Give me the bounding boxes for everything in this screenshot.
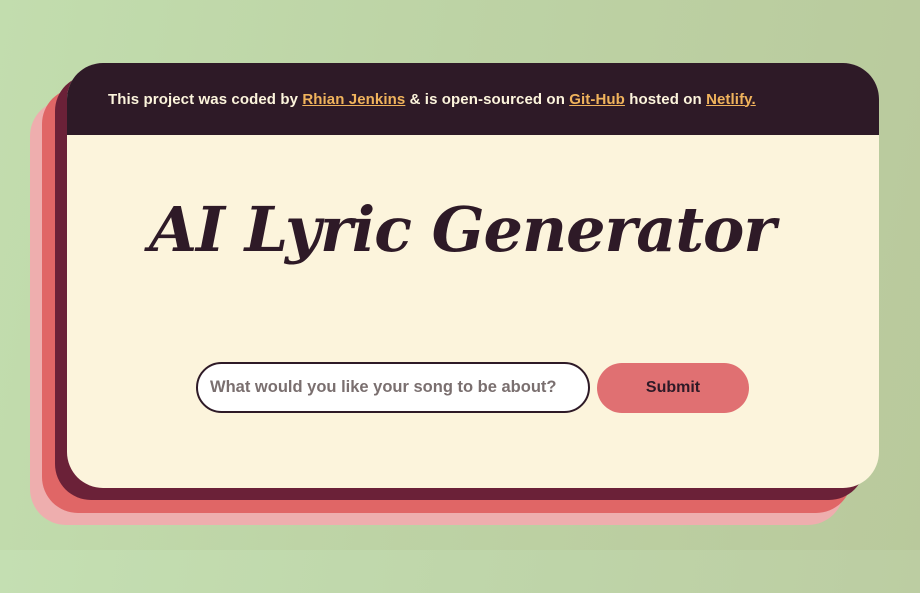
page-footer-band <box>0 550 920 593</box>
author-link[interactable]: Rhian Jenkins <box>302 91 405 108</box>
credits-text-prefix: This project was coded by <box>108 90 299 108</box>
submit-button[interactable]: Submit <box>597 362 749 413</box>
lyric-form: Submit <box>196 362 749 413</box>
song-topic-input[interactable] <box>196 362 590 413</box>
credits-text-hosted: hosted on <box>629 90 702 108</box>
page-title: AI Lyric Generator <box>148 193 776 266</box>
github-link[interactable]: Git-Hub <box>569 91 625 108</box>
credits-text-middle: & is open-sourced on <box>409 90 565 108</box>
generator-card: This project was coded by Rhian Jenkins … <box>67 63 879 488</box>
netlify-link[interactable]: Netlify. <box>706 91 756 108</box>
credits-header: This project was coded by Rhian Jenkins … <box>67 63 879 135</box>
